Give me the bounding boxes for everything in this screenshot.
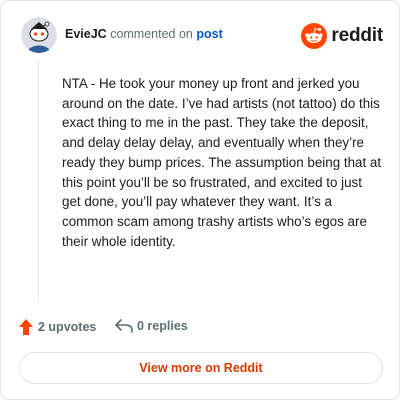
reddit-comment-embed-card: EvieJC commented on post reddit NTA - He… <box>0 0 400 400</box>
comment-byline: EvieJC commented on post <box>65 27 223 41</box>
snoo-avatar-icon <box>21 17 57 53</box>
thread-line <box>38 61 39 301</box>
user-avatar[interactable] <box>21 17 57 53</box>
reply-arrow-icon <box>115 319 133 333</box>
view-more-on-reddit-button[interactable]: View more on Reddit <box>19 352 383 384</box>
replies[interactable]: 0 replies <box>115 319 188 333</box>
username[interactable]: EvieJC <box>65 27 107 41</box>
replies-count: 0 replies <box>137 319 188 333</box>
comment-body: NTA - He took your money up front and je… <box>62 76 382 249</box>
comment-header: EvieJC commented on post reddit <box>21 17 383 53</box>
upvotes-count: 2 upvotes <box>38 320 97 334</box>
reddit-brand[interactable]: reddit <box>301 23 383 49</box>
comment-footer: 2 upvotes 0 replies <box>19 317 319 339</box>
action-text: commented on <box>110 27 193 41</box>
reddit-logo-icon <box>301 23 328 49</box>
upvotes[interactable]: 2 upvotes <box>19 319 96 335</box>
reddit-wordmark: reddit <box>331 25 383 46</box>
upvote-arrow-icon <box>19 319 33 335</box>
post-link[interactable]: post <box>196 27 222 41</box>
